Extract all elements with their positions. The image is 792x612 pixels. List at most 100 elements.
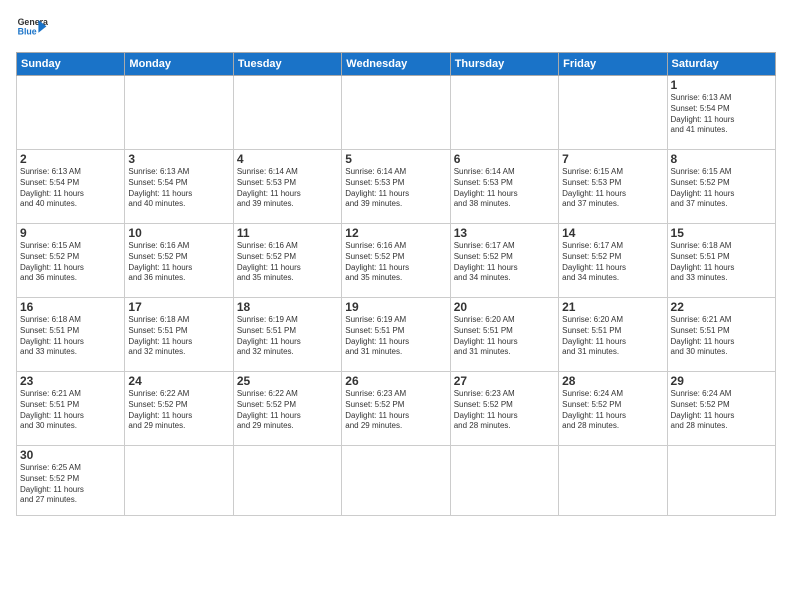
cell-info: Sunrise: 6:14 AM Sunset: 5:53 PM Dayligh… (345, 167, 446, 210)
cell-info: Sunrise: 6:18 AM Sunset: 5:51 PM Dayligh… (671, 241, 772, 284)
cell-info: Sunrise: 6:13 AM Sunset: 5:54 PM Dayligh… (128, 167, 229, 210)
day-number: 19 (345, 300, 446, 314)
cell-info: Sunrise: 6:13 AM Sunset: 5:54 PM Dayligh… (20, 167, 121, 210)
cell-info: Sunrise: 6:14 AM Sunset: 5:53 PM Dayligh… (237, 167, 338, 210)
calendar-cell: 11Sunrise: 6:16 AM Sunset: 5:52 PM Dayli… (233, 224, 341, 298)
day-number: 25 (237, 374, 338, 388)
logo: General Blue (16, 12, 48, 44)
day-number: 30 (20, 448, 121, 462)
cell-info: Sunrise: 6:17 AM Sunset: 5:52 PM Dayligh… (454, 241, 555, 284)
day-number: 29 (671, 374, 772, 388)
calendar-table: SundayMondayTuesdayWednesdayThursdayFrid… (16, 52, 776, 516)
day-header-saturday: Saturday (667, 53, 775, 76)
generalblue-logo-icon: General Blue (16, 12, 48, 44)
calendar-cell (17, 76, 125, 150)
day-number: 6 (454, 152, 555, 166)
calendar-cell (450, 76, 558, 150)
cell-info: Sunrise: 6:25 AM Sunset: 5:52 PM Dayligh… (20, 463, 121, 506)
cell-info: Sunrise: 6:13 AM Sunset: 5:54 PM Dayligh… (671, 93, 772, 136)
cell-info: Sunrise: 6:18 AM Sunset: 5:51 PM Dayligh… (128, 315, 229, 358)
day-header-wednesday: Wednesday (342, 53, 450, 76)
day-header-monday: Monday (125, 53, 233, 76)
day-number: 14 (562, 226, 663, 240)
calendar-cell: 13Sunrise: 6:17 AM Sunset: 5:52 PM Dayli… (450, 224, 558, 298)
day-header-friday: Friday (559, 53, 667, 76)
header-area: General Blue (16, 12, 776, 44)
cell-info: Sunrise: 6:23 AM Sunset: 5:52 PM Dayligh… (345, 389, 446, 432)
calendar-cell: 16Sunrise: 6:18 AM Sunset: 5:51 PM Dayli… (17, 298, 125, 372)
day-number: 9 (20, 226, 121, 240)
cell-info: Sunrise: 6:24 AM Sunset: 5:52 PM Dayligh… (562, 389, 663, 432)
day-number: 4 (237, 152, 338, 166)
cell-info: Sunrise: 6:22 AM Sunset: 5:52 PM Dayligh… (237, 389, 338, 432)
calendar-cell (667, 446, 775, 516)
cell-info: Sunrise: 6:17 AM Sunset: 5:52 PM Dayligh… (562, 241, 663, 284)
day-number: 16 (20, 300, 121, 314)
day-number: 12 (345, 226, 446, 240)
day-number: 5 (345, 152, 446, 166)
calendar-cell: 22Sunrise: 6:21 AM Sunset: 5:51 PM Dayli… (667, 298, 775, 372)
calendar-cell: 18Sunrise: 6:19 AM Sunset: 5:51 PM Dayli… (233, 298, 341, 372)
calendar-cell: 1Sunrise: 6:13 AM Sunset: 5:54 PM Daylig… (667, 76, 775, 150)
day-number: 3 (128, 152, 229, 166)
day-number: 15 (671, 226, 772, 240)
calendar-cell: 23Sunrise: 6:21 AM Sunset: 5:51 PM Dayli… (17, 372, 125, 446)
calendar-cell: 4Sunrise: 6:14 AM Sunset: 5:53 PM Daylig… (233, 150, 341, 224)
day-number: 21 (562, 300, 663, 314)
day-number: 27 (454, 374, 555, 388)
calendar-cell (450, 446, 558, 516)
calendar-cell: 25Sunrise: 6:22 AM Sunset: 5:52 PM Dayli… (233, 372, 341, 446)
cell-info: Sunrise: 6:20 AM Sunset: 5:51 PM Dayligh… (562, 315, 663, 358)
calendar-cell: 8Sunrise: 6:15 AM Sunset: 5:52 PM Daylig… (667, 150, 775, 224)
calendar-cell: 6Sunrise: 6:14 AM Sunset: 5:53 PM Daylig… (450, 150, 558, 224)
cell-info: Sunrise: 6:15 AM Sunset: 5:53 PM Dayligh… (562, 167, 663, 210)
calendar-cell: 21Sunrise: 6:20 AM Sunset: 5:51 PM Dayli… (559, 298, 667, 372)
day-number: 11 (237, 226, 338, 240)
day-number: 20 (454, 300, 555, 314)
calendar-cell (342, 446, 450, 516)
calendar-cell: 20Sunrise: 6:20 AM Sunset: 5:51 PM Dayli… (450, 298, 558, 372)
cell-info: Sunrise: 6:20 AM Sunset: 5:51 PM Dayligh… (454, 315, 555, 358)
day-header-tuesday: Tuesday (233, 53, 341, 76)
day-number: 28 (562, 374, 663, 388)
calendar-cell: 2Sunrise: 6:13 AM Sunset: 5:54 PM Daylig… (17, 150, 125, 224)
day-number: 23 (20, 374, 121, 388)
calendar-cell (233, 76, 341, 150)
cell-info: Sunrise: 6:22 AM Sunset: 5:52 PM Dayligh… (128, 389, 229, 432)
day-header-sunday: Sunday (17, 53, 125, 76)
day-number: 17 (128, 300, 229, 314)
calendar-cell (125, 446, 233, 516)
cell-info: Sunrise: 6:15 AM Sunset: 5:52 PM Dayligh… (671, 167, 772, 210)
day-number: 10 (128, 226, 229, 240)
day-number: 22 (671, 300, 772, 314)
day-number: 1 (671, 78, 772, 92)
calendar-cell: 27Sunrise: 6:23 AM Sunset: 5:52 PM Dayli… (450, 372, 558, 446)
calendar-cell: 3Sunrise: 6:13 AM Sunset: 5:54 PM Daylig… (125, 150, 233, 224)
calendar-cell: 24Sunrise: 6:22 AM Sunset: 5:52 PM Dayli… (125, 372, 233, 446)
cell-info: Sunrise: 6:15 AM Sunset: 5:52 PM Dayligh… (20, 241, 121, 284)
calendar-cell: 30Sunrise: 6:25 AM Sunset: 5:52 PM Dayli… (17, 446, 125, 516)
day-number: 18 (237, 300, 338, 314)
cell-info: Sunrise: 6:21 AM Sunset: 5:51 PM Dayligh… (20, 389, 121, 432)
calendar-cell: 19Sunrise: 6:19 AM Sunset: 5:51 PM Dayli… (342, 298, 450, 372)
day-number: 2 (20, 152, 121, 166)
cell-info: Sunrise: 6:16 AM Sunset: 5:52 PM Dayligh… (237, 241, 338, 284)
day-number: 13 (454, 226, 555, 240)
cell-info: Sunrise: 6:14 AM Sunset: 5:53 PM Dayligh… (454, 167, 555, 210)
calendar-cell: 7Sunrise: 6:15 AM Sunset: 5:53 PM Daylig… (559, 150, 667, 224)
calendar-cell (233, 446, 341, 516)
cell-info: Sunrise: 6:16 AM Sunset: 5:52 PM Dayligh… (128, 241, 229, 284)
day-header-thursday: Thursday (450, 53, 558, 76)
calendar-cell (125, 76, 233, 150)
cell-info: Sunrise: 6:18 AM Sunset: 5:51 PM Dayligh… (20, 315, 121, 358)
cell-info: Sunrise: 6:24 AM Sunset: 5:52 PM Dayligh… (671, 389, 772, 432)
svg-text:Blue: Blue (18, 26, 37, 36)
cell-info: Sunrise: 6:16 AM Sunset: 5:52 PM Dayligh… (345, 241, 446, 284)
calendar-cell (342, 76, 450, 150)
day-number: 8 (671, 152, 772, 166)
cell-info: Sunrise: 6:19 AM Sunset: 5:51 PM Dayligh… (237, 315, 338, 358)
calendar-cell: 5Sunrise: 6:14 AM Sunset: 5:53 PM Daylig… (342, 150, 450, 224)
page: General Blue SundayMondayTuesdayWednesda… (0, 0, 792, 612)
calendar-cell (559, 446, 667, 516)
cell-info: Sunrise: 6:19 AM Sunset: 5:51 PM Dayligh… (345, 315, 446, 358)
